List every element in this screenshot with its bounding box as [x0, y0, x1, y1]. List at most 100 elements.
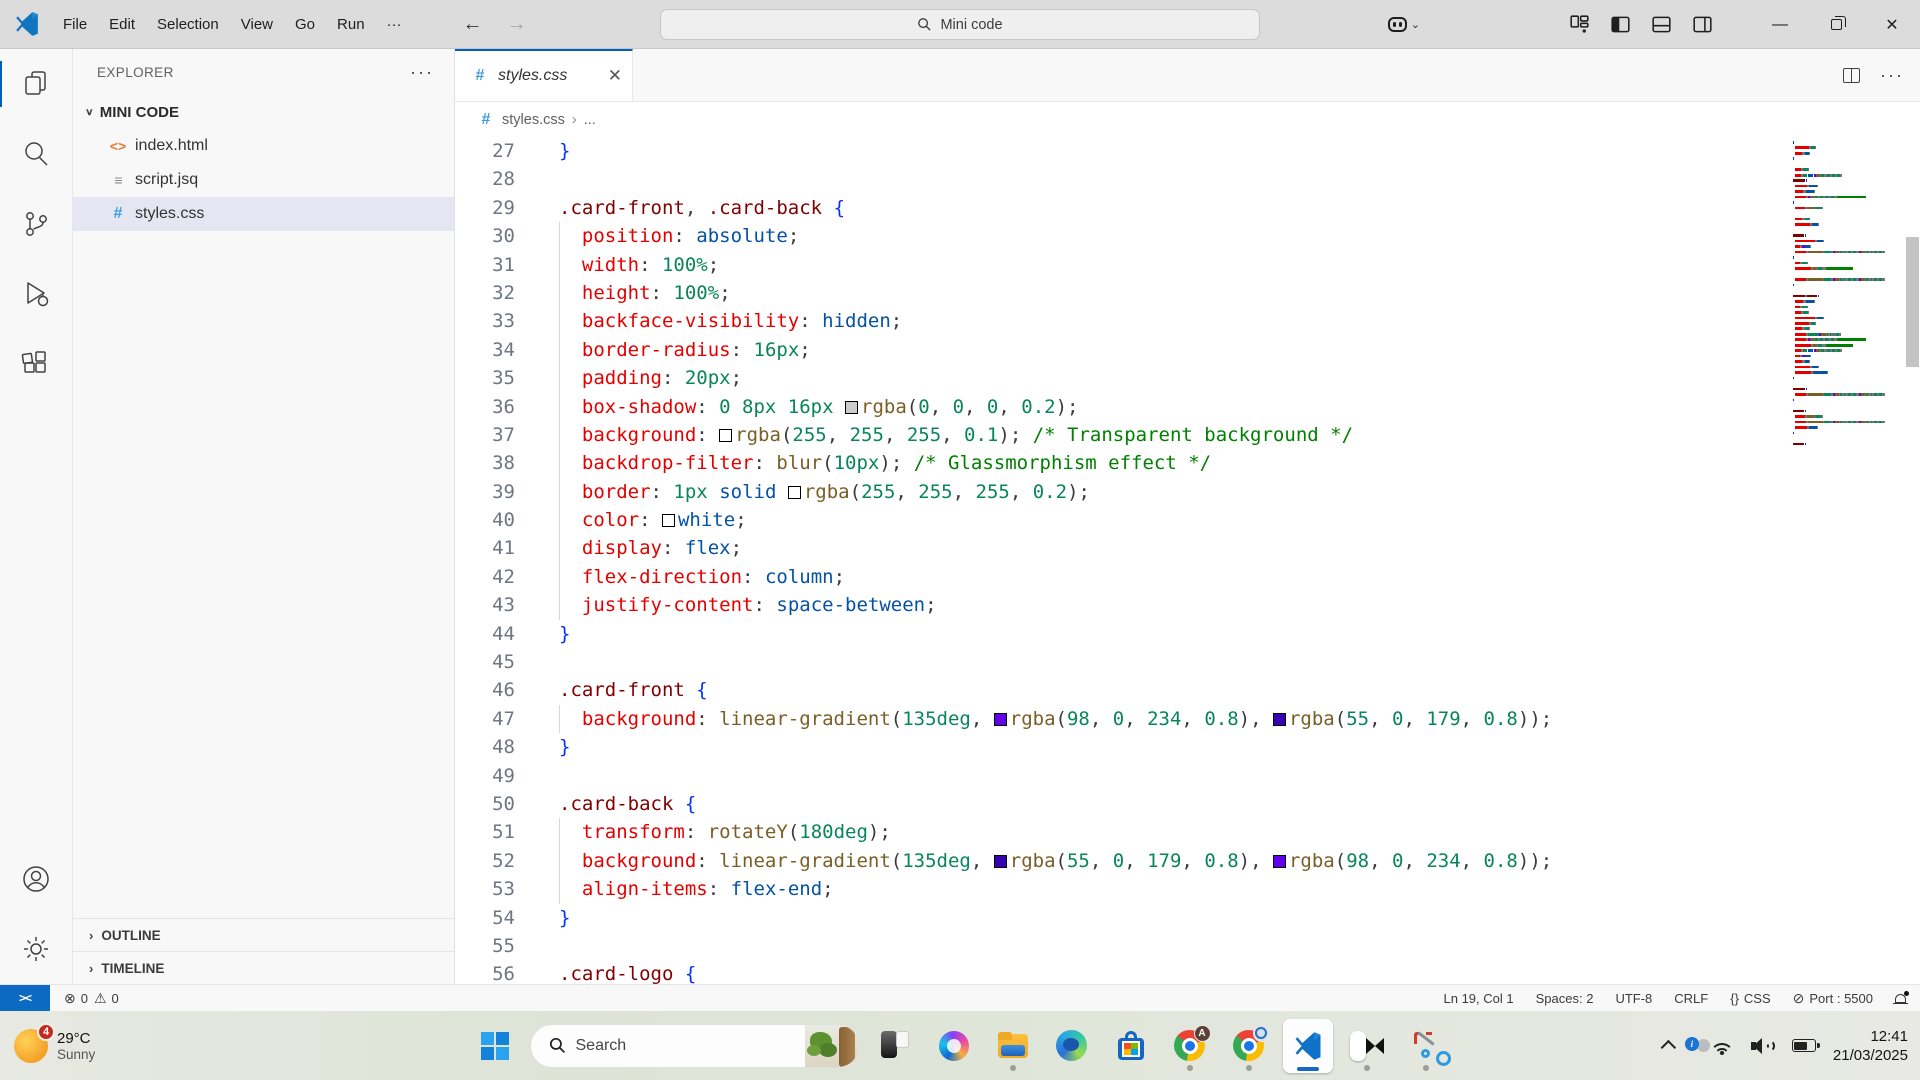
code-line[interactable]: 29.card-front, .card-back { — [455, 194, 1920, 222]
volume-icon[interactable] — [1751, 1037, 1775, 1055]
code-line[interactable]: 34 border-radius: 16px; — [455, 336, 1920, 364]
color-swatch[interactable] — [1273, 855, 1286, 868]
encoding[interactable]: UTF-8 — [1615, 991, 1652, 1006]
activity-source-control[interactable] — [0, 189, 73, 259]
editor-more-icon[interactable]: ··· — [1880, 65, 1904, 86]
code-line[interactable]: 56.card-logo { — [455, 960, 1920, 984]
app-store[interactable] — [1106, 1019, 1156, 1073]
battery-icon[interactable] — [1792, 1039, 1816, 1052]
code-line[interactable]: 33 backface-visibility: hidden; — [455, 307, 1920, 335]
section-outline[interactable]: ›OUTLINE — [73, 918, 454, 951]
command-center-search[interactable]: Mini code — [660, 9, 1260, 40]
cursor-position[interactable]: Ln 19, Col 1 — [1444, 991, 1514, 1006]
scrollbar-thumb[interactable] — [1906, 237, 1919, 367]
code-line[interactable]: 39 border: 1px solid rgba(255, 255, 255,… — [455, 478, 1920, 506]
breadcrumb-file[interactable]: styles.css — [502, 112, 565, 128]
bing-daily-image[interactable] — [805, 1025, 859, 1067]
nav-forward-button[interactable]: → — [507, 13, 527, 36]
color-swatch[interactable] — [662, 514, 675, 527]
customize-layout-icon[interactable] — [1570, 15, 1589, 34]
code-line[interactable]: 53 align-items: flex-end; — [455, 875, 1920, 903]
code-line[interactable]: 50.card-back { — [455, 790, 1920, 818]
code-line[interactable]: 52 background: linear-gradient(135deg, r… — [455, 847, 1920, 875]
code-line[interactable]: 48} — [455, 733, 1920, 761]
color-swatch[interactable] — [719, 429, 732, 442]
code-line[interactable]: 36 box-shadow: 0 8px 16px rgba(0, 0, 0, … — [455, 393, 1920, 421]
code-line[interactable]: 43 justify-content: space-between; — [455, 591, 1920, 619]
notifications-bell-icon[interactable] — [1895, 994, 1906, 1003]
code-line[interactable]: 54} — [455, 904, 1920, 932]
activity-extensions[interactable] — [0, 329, 73, 399]
app-copilot[interactable] — [929, 1019, 979, 1073]
activity-explorer[interactable] — [0, 49, 73, 119]
app-snipping-tool[interactable] — [1401, 1019, 1451, 1073]
toggle-sidebar-icon[interactable] — [1611, 15, 1630, 34]
minimize-button[interactable]: — — [1752, 0, 1808, 49]
code-area[interactable]: 27}2829.card-front, .card-back {30 posit… — [455, 137, 1920, 984]
code-line[interactable]: 55 — [455, 932, 1920, 960]
app-vscode[interactable] — [1283, 1019, 1333, 1073]
app-task-view[interactable] — [870, 1019, 920, 1073]
code-line[interactable]: 47 background: linear-gradient(135deg, r… — [455, 705, 1920, 733]
toggle-panel-icon[interactable] — [1652, 15, 1671, 34]
indentation[interactable]: Spaces: 2 — [1536, 991, 1594, 1006]
code-line[interactable]: 41 display: flex; — [455, 534, 1920, 562]
weather-widget[interactable]: 4 29°C Sunny — [14, 1029, 95, 1063]
section-timeline[interactable]: ›TIMELINE — [73, 951, 454, 984]
color-swatch[interactable] — [994, 713, 1007, 726]
code-line[interactable]: 45 — [455, 648, 1920, 676]
menu-view[interactable]: View — [230, 11, 284, 38]
copilot-button[interactable]: ⌄ — [1388, 17, 1420, 32]
app-chrome-profile-a[interactable]: A — [1165, 1019, 1215, 1073]
eol-sequence[interactable]: CRLF — [1674, 991, 1708, 1006]
code-line[interactable]: 28 — [455, 165, 1920, 193]
app-file-explorer[interactable] — [988, 1019, 1038, 1073]
menu-edit[interactable]: Edit — [98, 11, 146, 38]
color-swatch[interactable] — [994, 855, 1007, 868]
tray-chevron-up-icon[interactable] — [1661, 1040, 1677, 1056]
account-button[interactable] — [0, 844, 73, 914]
code-line[interactable]: 27} — [455, 137, 1920, 165]
tab-styles-css[interactable]: # styles.css ✕ — [455, 49, 633, 101]
code-line[interactable]: 30 position: absolute; — [455, 222, 1920, 250]
breadcrumb-tail[interactable]: ... — [584, 112, 596, 128]
file-script-jsq[interactable]: ≡script.jsq — [73, 163, 454, 197]
activity-search[interactable] — [0, 119, 73, 189]
explorer-more-icon[interactable]: ··· — [410, 62, 434, 83]
code-line[interactable]: 44} — [455, 620, 1920, 648]
wifi-icon[interactable] — [1710, 1037, 1734, 1055]
problems-warnings[interactable]: ⚠ 0 — [94, 990, 119, 1007]
code-line[interactable]: 42 flex-direction: column; — [455, 563, 1920, 591]
file-styles-css[interactable]: #styles.css — [73, 197, 454, 231]
live-server-port[interactable]: ⊘ Port : 5500 — [1793, 990, 1873, 1007]
remote-indicator[interactable]: >< — [0, 985, 50, 1011]
menu-file[interactable]: File — [52, 11, 98, 38]
menu-selection[interactable]: Selection — [146, 11, 230, 38]
close-button[interactable]: ✕ — [1864, 0, 1920, 49]
app-edge[interactable] — [1047, 1019, 1097, 1073]
nav-back-button[interactable]: ← — [463, 13, 483, 36]
problems-errors[interactable]: ⊗ 0 — [64, 990, 88, 1007]
tab-close-icon[interactable]: ✕ — [608, 66, 622, 86]
taskbar-search[interactable]: Search — [530, 1024, 860, 1068]
file-index-html[interactable]: <>index.html — [73, 129, 454, 163]
code-line[interactable]: 46.card-front { — [455, 676, 1920, 704]
code-line[interactable]: 49 — [455, 762, 1920, 790]
color-swatch[interactable] — [1273, 713, 1286, 726]
code-line[interactable]: 38 backdrop-filter: blur(10px); /* Glass… — [455, 449, 1920, 477]
settings-button[interactable] — [0, 914, 73, 984]
code-line[interactable]: 40 color: white; — [455, 506, 1920, 534]
code-line[interactable]: 31 width: 100%; — [455, 251, 1920, 279]
color-swatch[interactable] — [788, 486, 801, 499]
app-capcut[interactable] — [1342, 1019, 1392, 1073]
app-chrome-profile-b[interactable] — [1224, 1019, 1274, 1073]
vertical-scrollbar[interactable] — [1905, 137, 1920, 984]
code-line[interactable]: 32 height: 100%; — [455, 279, 1920, 307]
restore-button[interactable] — [1808, 0, 1864, 49]
code-line[interactable]: 37 background: rgba(255, 255, 255, 0.1);… — [455, 421, 1920, 449]
menu-moremoremore[interactable]: ··· — [376, 11, 413, 38]
breadcrumb[interactable]: # styles.css › ... — [455, 102, 1920, 137]
split-editor-icon[interactable] — [1843, 68, 1860, 83]
code-line[interactable]: 35 padding: 20px; — [455, 364, 1920, 392]
activity-run-debug[interactable] — [0, 259, 73, 329]
